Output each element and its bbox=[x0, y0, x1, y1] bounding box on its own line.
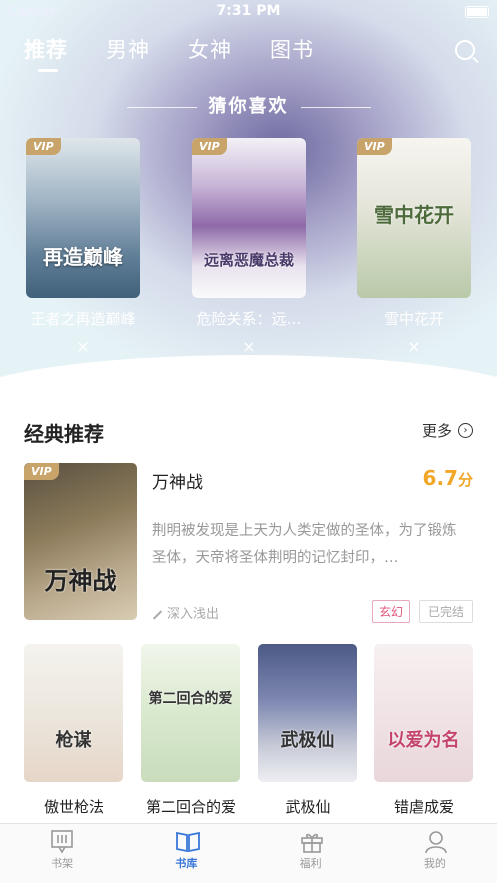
tab-bookshelf[interactable]: 书架 bbox=[0, 824, 124, 883]
book-cover[interactable]: VIP 远离恶魔总裁 bbox=[192, 138, 306, 298]
grid-book[interactable]: 以爱为名 bbox=[374, 644, 473, 782]
open-book-icon bbox=[175, 830, 201, 853]
tab-label: 福利 bbox=[299, 857, 322, 870]
close-icon[interactable]: × bbox=[357, 337, 471, 356]
book-title[interactable]: 错虐成爱 bbox=[364, 796, 484, 817]
book-cover[interactable]: 枪谋 bbox=[24, 644, 123, 782]
status-tag: 已完结 bbox=[419, 600, 474, 623]
book-title[interactable]: 傲世枪法 bbox=[14, 796, 134, 817]
more-label: 更多 bbox=[421, 422, 452, 440]
tab-label: 我的 bbox=[423, 857, 446, 870]
tab-recommend[interactable]: 推荐 bbox=[24, 34, 68, 72]
book-title[interactable]: 危险关系：远… bbox=[179, 308, 319, 329]
book-score: 6.7分 bbox=[423, 466, 473, 490]
tab-label: 书架 bbox=[51, 857, 74, 870]
vip-badge: VIP bbox=[24, 463, 59, 480]
guess-book[interactable]: VIP 远离恶魔总裁 危险关系：远… × bbox=[192, 138, 306, 356]
guess-book[interactable]: VIP 再造巅峰 王者之再造巅峰 × bbox=[26, 138, 140, 356]
top-tabs: 推荐 男神 女神 图书 bbox=[24, 34, 352, 72]
book-title[interactable]: 王者之再造巅峰 bbox=[13, 308, 153, 329]
book-cover[interactable]: VIP 再造巅峰 bbox=[26, 138, 140, 298]
tab-welfare[interactable]: 福利 bbox=[249, 824, 373, 883]
book-cover[interactable]: 武极仙 bbox=[258, 644, 357, 782]
cover-text: 雪中花开 bbox=[374, 203, 454, 227]
author-name: 深入浅出 bbox=[167, 607, 220, 622]
gift-icon bbox=[300, 830, 323, 853]
status-time: 7:31 PM bbox=[216, 3, 281, 19]
divider-line bbox=[126, 106, 197, 108]
guess-heading-text: 猜你喜欢 bbox=[208, 96, 289, 117]
bottom-tab-bar: 书架 书库 福利 我的 bbox=[0, 823, 497, 883]
battery-icon bbox=[465, 6, 489, 18]
featured-book-title[interactable]: 万神战 bbox=[152, 468, 203, 493]
divider-line bbox=[300, 106, 371, 108]
cover-text: 再造巅峰 bbox=[43, 245, 123, 269]
book-cover[interactable]: 第二回合的爱 bbox=[141, 644, 240, 782]
section-title: 经典推荐 bbox=[24, 422, 104, 446]
book-cover[interactable]: VIP 雪中花开 bbox=[357, 138, 471, 298]
tab-male[interactable]: 男神 bbox=[106, 34, 150, 64]
book-title[interactable]: 雪中花开 bbox=[344, 308, 484, 329]
chevron-right-icon: › bbox=[458, 423, 473, 438]
pen-icon bbox=[152, 609, 163, 620]
book-title[interactable]: 第二回合的爱 bbox=[131, 796, 251, 817]
grid-book[interactable]: 枪谋 bbox=[24, 644, 123, 782]
cover-text: 枪谋 bbox=[55, 730, 92, 751]
status-bar: Carrier 7:31 PM bbox=[0, 0, 497, 24]
grid-book[interactable]: 第二回合的爱 bbox=[141, 644, 240, 782]
cover-text: 以爱为名 bbox=[387, 730, 460, 751]
cover-text: 武极仙 bbox=[280, 730, 335, 751]
featured-book-cover[interactable]: VIP 万神战 bbox=[24, 463, 137, 620]
genre-tag: 玄幻 bbox=[372, 600, 411, 623]
book-description: 荆明被发现是上天为人类定做的圣体，为了锻炼圣体，天帝将圣体荆明的记忆封印，… bbox=[152, 523, 457, 566]
person-icon bbox=[424, 830, 447, 854]
cover-text: 第二回合的爱 bbox=[148, 691, 233, 707]
search-icon[interactable] bbox=[455, 40, 475, 60]
bookshelf-icon bbox=[51, 830, 73, 854]
cover-text: 万神战 bbox=[44, 567, 117, 595]
tab-label: 书库 bbox=[175, 857, 198, 870]
book-title[interactable]: 武极仙 bbox=[248, 796, 368, 817]
more-button[interactable]: 更多 › bbox=[422, 420, 473, 441]
tab-mine[interactable]: 我的 bbox=[373, 824, 497, 883]
close-icon[interactable]: × bbox=[192, 337, 306, 356]
close-icon[interactable]: × bbox=[26, 337, 140, 356]
vip-badge: VIP bbox=[192, 138, 227, 155]
score-value: 6.7 bbox=[422, 466, 458, 490]
book-cover[interactable]: 以爱为名 bbox=[374, 644, 473, 782]
vip-badge: VIP bbox=[26, 138, 61, 155]
guess-book[interactable]: VIP 雪中花开 雪中花开 × bbox=[357, 138, 471, 356]
grid-book[interactable]: 武极仙 bbox=[258, 644, 357, 782]
guess-heading: 猜你喜欢 bbox=[0, 92, 497, 118]
tab-female[interactable]: 女神 bbox=[188, 34, 232, 64]
book-author: 深入浅出 bbox=[152, 603, 219, 622]
cover-text: 远离恶魔总裁 bbox=[203, 251, 294, 269]
score-unit: 分 bbox=[457, 471, 473, 489]
tab-library[interactable]: 书库 bbox=[124, 824, 248, 883]
tab-books[interactable]: 图书 bbox=[270, 34, 314, 64]
hero-banner: Carrier 7:31 PM 推荐 男神 女神 图书 猜你喜欢 VIP 再造巅… bbox=[0, 0, 497, 385]
vip-badge: VIP bbox=[357, 138, 392, 155]
